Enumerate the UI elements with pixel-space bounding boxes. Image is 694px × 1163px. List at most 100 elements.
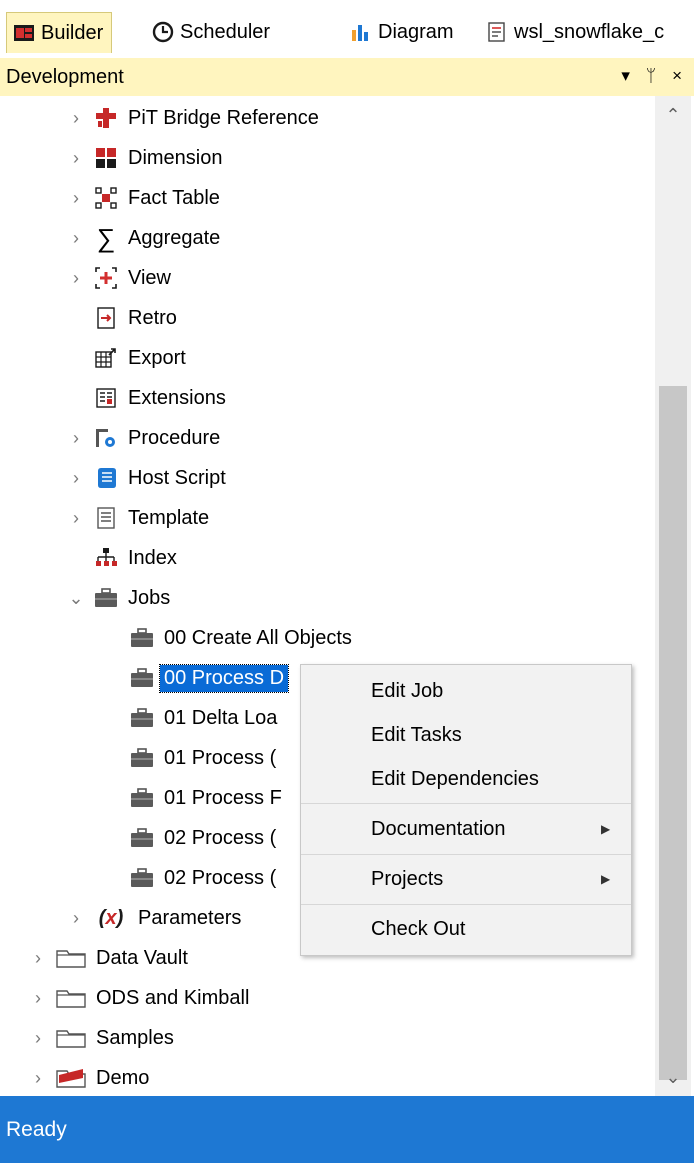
submenu-arrow-icon: ▶: [601, 872, 611, 886]
chevron-right-icon[interactable]: ›: [66, 178, 86, 218]
tree-item-data-vault[interactable]: › Data Vault: [28, 938, 188, 978]
chevron-right-icon[interactable]: ›: [28, 1058, 48, 1098]
tree-item-procedure[interactable]: › Procedure: [66, 418, 220, 458]
chevron-right-icon[interactable]: ›: [66, 898, 86, 938]
chevron-right-icon[interactable]: ›: [28, 938, 48, 978]
chevron-right-icon[interactable]: ›: [28, 978, 48, 1018]
chevron-right-icon[interactable]: ›: [66, 498, 86, 538]
job-icon: [130, 706, 154, 730]
pane-header: Development ▾ ᛘ ×: [0, 58, 694, 96]
context-menu: Edit Job Edit Tasks Edit Dependencies Do…: [300, 664, 632, 956]
tree-item-parameters[interactable]: › (x) Parameters: [66, 898, 241, 938]
retro-icon: [94, 306, 118, 330]
tree-item-export[interactable]: Export: [94, 338, 186, 378]
tab-label: wsl_snowflake_c: [514, 20, 665, 43]
sigma-icon: ∑: [96, 222, 116, 253]
host-script-icon: [94, 466, 118, 490]
job-item[interactable]: 02 Process (: [130, 858, 276, 898]
scroll-up-icon[interactable]: ⌃: [655, 100, 691, 130]
builder-icon: [13, 22, 35, 44]
tree-item-samples[interactable]: › Samples: [28, 1018, 174, 1058]
tab-builder[interactable]: Builder: [6, 12, 113, 53]
job-item-selected[interactable]: 00 Process D: [130, 658, 290, 698]
tab-diagram[interactable]: Diagram: [350, 12, 454, 52]
dropdown-icon[interactable]: ▾: [621, 66, 630, 86]
job-icon: [130, 666, 154, 690]
chevron-right-icon[interactable]: ›: [28, 1018, 48, 1058]
close-icon[interactable]: ×: [672, 66, 682, 86]
document-icon: [486, 21, 508, 43]
export-icon: [94, 346, 118, 370]
tree-item-ods-and-kimball[interactable]: › ODS and Kimball: [28, 978, 249, 1018]
status-bar: Ready: [0, 1096, 694, 1163]
fact-table-icon: [94, 186, 118, 210]
extensions-icon: [94, 386, 118, 410]
dimension-icon: [94, 146, 118, 170]
scrollbar-thumb[interactable]: [659, 386, 687, 1080]
template-icon: [94, 506, 118, 530]
job-icon: [130, 826, 154, 850]
jobs-icon: [94, 586, 118, 610]
tab-bar: Builder Scheduler Diagram wsl_snowflake_…: [0, 0, 694, 58]
tree-item-host-script[interactable]: › Host Script: [66, 458, 226, 498]
tree-item-index[interactable]: Index: [94, 538, 177, 578]
job-icon: [130, 626, 154, 650]
clock-icon: [152, 21, 174, 43]
view-icon: [94, 266, 118, 290]
chevron-right-icon[interactable]: ›: [66, 218, 86, 258]
tree-item-jobs[interactable]: ⌄ Jobs: [66, 578, 170, 618]
menu-item-edit-job[interactable]: Edit Job: [371, 671, 443, 711]
job-item[interactable]: 01 Delta Loa: [130, 698, 277, 738]
job-icon: [130, 786, 154, 810]
scroll-down-icon[interactable]: ⌄: [655, 1062, 691, 1092]
tab-document[interactable]: wsl_snowflake_c: [486, 12, 664, 52]
chevron-down-icon[interactable]: ⌄: [66, 578, 86, 618]
job-item[interactable]: 02 Process (: [130, 818, 276, 858]
job-icon: [130, 866, 154, 890]
tab-scheduler[interactable]: Scheduler: [152, 12, 270, 52]
chevron-right-icon[interactable]: ›: [66, 258, 86, 298]
submenu-arrow-icon: ▶: [601, 822, 611, 836]
parameters-icon: (x): [98, 906, 124, 929]
menu-separator: [301, 803, 631, 804]
menu-separator: [301, 904, 631, 905]
pane-title: Development: [6, 65, 124, 88]
menu-item-documentation[interactable]: Documentation ▶: [371, 809, 610, 849]
menu-item-edit-dependencies[interactable]: Edit Dependencies: [371, 759, 539, 799]
tree-item-fact-table[interactable]: › Fact Table: [66, 178, 220, 218]
folder-icon: [56, 946, 86, 970]
folder-icon-red: [56, 1066, 86, 1090]
tree-item-retro[interactable]: Retro: [94, 298, 177, 338]
menu-item-edit-tasks[interactable]: Edit Tasks: [371, 715, 462, 755]
job-item[interactable]: 01 Process F: [130, 778, 282, 818]
tab-label: Diagram: [378, 20, 454, 43]
tree-item-extensions[interactable]: Extensions: [94, 378, 226, 418]
chart-icon: [350, 21, 372, 43]
job-icon: [130, 746, 154, 770]
pit-bridge-icon: [94, 106, 118, 130]
index-icon: [94, 546, 118, 570]
procedure-icon: [94, 426, 118, 450]
vertical-scrollbar[interactable]: ⌃ ⌄: [655, 96, 691, 1096]
menu-item-check-out[interactable]: Check Out: [371, 909, 465, 949]
chevron-right-icon[interactable]: ›: [66, 98, 86, 138]
chevron-right-icon[interactable]: ›: [66, 458, 86, 498]
tree-item-pit-bridge-reference[interactable]: › PiT Bridge Reference: [66, 98, 319, 138]
tree-item-template[interactable]: › Template: [66, 498, 209, 538]
chevron-right-icon[interactable]: ›: [66, 138, 86, 178]
tree-item-demo[interactable]: › Demo: [28, 1058, 149, 1098]
tree-item-dimension[interactable]: › Dimension: [66, 138, 222, 178]
job-item[interactable]: 00 Create All Objects: [130, 618, 352, 658]
tab-label: Builder: [41, 21, 104, 44]
tree-item-aggregate[interactable]: › ∑ Aggregate: [66, 218, 220, 258]
chevron-right-icon[interactable]: ›: [66, 418, 86, 458]
tab-label: Scheduler: [180, 20, 271, 43]
folder-icon: [56, 1026, 86, 1050]
menu-separator: [301, 854, 631, 855]
status-text: Ready: [6, 1117, 67, 1141]
tree-item-view[interactable]: › View: [66, 258, 171, 298]
job-item[interactable]: 01 Process (: [130, 738, 276, 778]
folder-icon: [56, 986, 86, 1010]
menu-item-projects[interactable]: Projects ▶: [371, 859, 610, 899]
pin-icon[interactable]: ᛘ: [646, 66, 656, 86]
